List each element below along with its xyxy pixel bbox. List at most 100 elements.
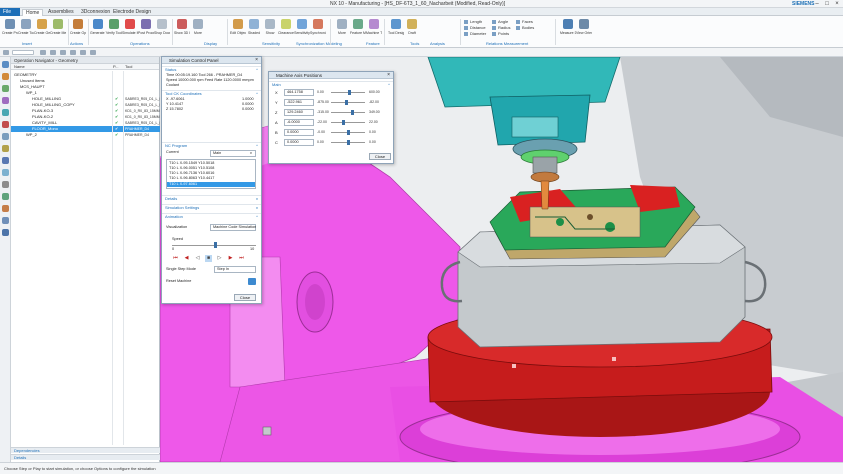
measure-distance-button[interactable]: Measure Distance bbox=[560, 18, 576, 40]
visualization-dropdown[interactable]: Machine Code Simulation bbox=[210, 224, 256, 231]
axis-value-field[interactable]: 0.0000 bbox=[284, 139, 314, 146]
nc-current-dropdown[interactable]: Main v bbox=[210, 150, 256, 157]
edit-object-button[interactable]: Edit Object bbox=[230, 18, 246, 40]
details-panel-header[interactable]: Details bbox=[11, 454, 160, 460]
more-display-button[interactable]: More bbox=[190, 18, 206, 40]
close-icon[interactable]: × bbox=[255, 57, 258, 64]
axis-value-field[interactable]: 0.0000 bbox=[284, 129, 314, 136]
tab-home[interactable]: Home bbox=[22, 9, 44, 16]
axis-slider-handle[interactable] bbox=[347, 90, 351, 95]
axis-value-field[interactable]: 464.1758 bbox=[284, 89, 314, 96]
help-icon[interactable] bbox=[2, 229, 9, 236]
synchronization-manager-button[interactable]: Synchronization Manager bbox=[310, 18, 326, 40]
measure-faces[interactable]: Faces bbox=[516, 19, 533, 24]
axis-slider-track[interactable] bbox=[331, 112, 365, 113]
filter-dropdown[interactable] bbox=[12, 50, 34, 55]
measure-distance[interactable]: Distance bbox=[464, 25, 486, 30]
assembly-icon[interactable] bbox=[2, 193, 9, 200]
feature-manager-button[interactable]: Feature Manager bbox=[350, 18, 366, 40]
close-icon[interactable]: × bbox=[387, 72, 390, 79]
tab-assemblies[interactable]: Assemblies bbox=[45, 9, 77, 16]
column-tool[interactable]: Tool bbox=[125, 64, 132, 70]
graphics-viewport[interactable] bbox=[160, 57, 843, 462]
section-details[interactable]: Details v bbox=[162, 195, 261, 201]
measure-length[interactable]: Length bbox=[464, 19, 482, 24]
more-sync-button[interactable]: More bbox=[334, 18, 350, 40]
nc-line[interactable]: T10 L X-96.8063 Y10.4417 bbox=[169, 176, 214, 181]
menu-icon[interactable] bbox=[3, 50, 9, 55]
section-status[interactable]: Status ^ bbox=[162, 66, 261, 72]
nc-program-list[interactable]: T10 L X-95.1549 Y10.5018 T10 L X-96.0051… bbox=[166, 159, 256, 189]
show-button[interactable]: Show bbox=[262, 18, 278, 40]
fit-icon[interactable] bbox=[70, 50, 76, 55]
rewind-icon[interactable]: ⏮ bbox=[172, 255, 179, 262]
view-orientation-button[interactable]: View Orientation bbox=[576, 18, 592, 40]
tab-file[interactable]: File bbox=[0, 8, 20, 16]
axis-value-field[interactable]: 129.2460 bbox=[284, 109, 314, 116]
view-icon[interactable] bbox=[60, 50, 66, 55]
part-icon[interactable] bbox=[2, 85, 9, 92]
column-name[interactable]: Name bbox=[14, 64, 25, 70]
select-icon[interactable] bbox=[40, 50, 46, 55]
close-button[interactable]: Close bbox=[369, 153, 391, 160]
fast-forward-icon[interactable]: ⏭ bbox=[238, 255, 245, 262]
section-animation[interactable]: Animation ^ bbox=[162, 213, 261, 219]
draft-button[interactable]: Draft bbox=[404, 18, 420, 40]
minimize-button[interactable]: – bbox=[812, 0, 822, 8]
create-method-button[interactable]: Create Method bbox=[50, 18, 66, 40]
column-path[interactable]: P... bbox=[113, 64, 119, 70]
axis-slider-track[interactable] bbox=[331, 102, 365, 103]
machine-tool-builder-button[interactable]: Machine Tool Builder bbox=[366, 18, 382, 40]
web-icon[interactable] bbox=[2, 133, 9, 140]
section-nc-program[interactable]: NC Program ^ bbox=[162, 142, 261, 148]
axis-slider-handle[interactable] bbox=[350, 110, 354, 115]
tree-row[interactable]: WP_2 ✔ PRAHMER_D4 bbox=[11, 132, 160, 138]
nc-line-current[interactable]: T10 L X-97.6061 bbox=[167, 182, 255, 187]
shop-documentation-button[interactable]: Shop Documentation bbox=[154, 18, 170, 40]
measure-angle[interactable]: Angle bbox=[492, 19, 508, 24]
render-icon[interactable] bbox=[80, 50, 86, 55]
verify-tool-path-button[interactable]: Verify Tool Path bbox=[106, 18, 122, 40]
section-tool-coordinates[interactable]: Tool CK Coordinates ^ bbox=[162, 90, 261, 96]
machine-tool-icon[interactable] bbox=[2, 73, 9, 80]
axis-value-field[interactable]: -522.961 bbox=[284, 99, 314, 106]
measure-diameter[interactable]: Diameter bbox=[464, 31, 486, 36]
play-icon[interactable]: ▷ bbox=[216, 255, 223, 262]
tab-3dconnexion[interactable]: 3Dconnexion bbox=[78, 9, 113, 16]
dependencies-panel-header[interactable]: Dependencies bbox=[11, 447, 160, 453]
step-back-icon[interactable]: ◀ bbox=[183, 255, 190, 262]
axis-value-field[interactable]: -6.0000 bbox=[284, 119, 314, 126]
navigator-icon[interactable] bbox=[2, 61, 9, 68]
axis-slider-handle[interactable] bbox=[344, 100, 348, 105]
post-process-button[interactable]: Post Process bbox=[138, 18, 154, 40]
history-icon[interactable] bbox=[2, 109, 9, 116]
single-step-dropdown[interactable]: Step In bbox=[214, 266, 256, 273]
settings-icon[interactable] bbox=[2, 181, 9, 188]
hd3d-icon[interactable] bbox=[2, 157, 9, 164]
clearance-button[interactable]: Clearance bbox=[278, 18, 294, 40]
axis-slider-handle[interactable] bbox=[346, 140, 350, 145]
create-program-button[interactable]: Create Program bbox=[2, 18, 18, 40]
speed-slider-handle[interactable] bbox=[214, 242, 217, 248]
create-geometry-button[interactable]: Create Geometry bbox=[34, 18, 50, 40]
measure-bodies[interactable]: Bodies bbox=[516, 25, 534, 30]
roles-icon[interactable] bbox=[2, 121, 9, 128]
tab-electrode-design[interactable]: Electrode Design bbox=[110, 9, 154, 16]
axis-slider-track[interactable] bbox=[331, 122, 365, 123]
system-materials-icon[interactable] bbox=[2, 145, 9, 152]
axis-slider-handle[interactable] bbox=[346, 130, 350, 135]
create-operation-button[interactable]: Create Operation bbox=[70, 18, 86, 40]
simulate-machine-button[interactable]: Simulate Machine bbox=[122, 18, 138, 40]
play-back-icon[interactable]: ◁ bbox=[194, 255, 201, 262]
palette-icon[interactable] bbox=[2, 217, 9, 224]
section-main[interactable]: Main ^ bbox=[269, 81, 393, 87]
sensitivity-button[interactable]: Sensitivity bbox=[294, 18, 310, 40]
show-3d-ipw-button[interactable]: Show 3D IPW bbox=[174, 18, 190, 40]
snap-icon[interactable] bbox=[50, 50, 56, 55]
close-window-button[interactable]: × bbox=[832, 0, 842, 8]
shaded-button[interactable]: Shaded bbox=[246, 18, 262, 40]
maximize-button[interactable]: □ bbox=[822, 0, 832, 8]
layer-icon[interactable] bbox=[90, 50, 96, 55]
reset-machine-button[interactable] bbox=[248, 278, 256, 285]
measure-points[interactable]: Points bbox=[492, 31, 509, 36]
